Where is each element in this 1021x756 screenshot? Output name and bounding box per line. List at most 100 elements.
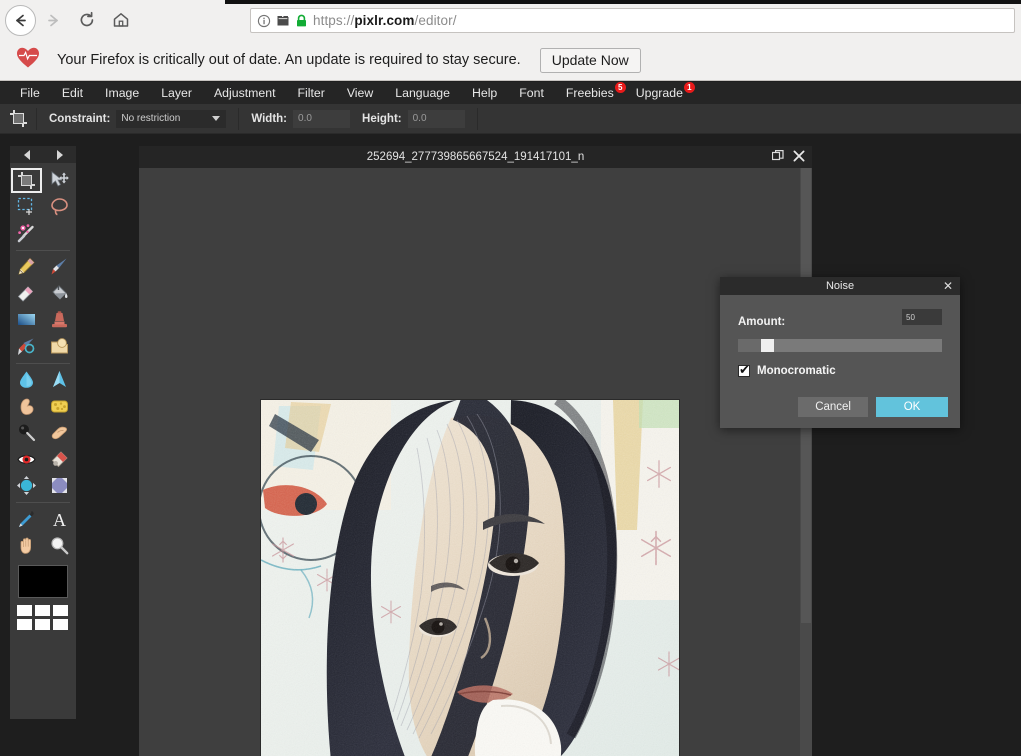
menu-item-label: Freebies bbox=[565, 86, 614, 100]
crop-tool-icon bbox=[0, 109, 36, 128]
menu-item-label: Image bbox=[105, 86, 140, 100]
menu-item-file[interactable]: File bbox=[9, 82, 51, 104]
firefox-heartbeat-icon bbox=[16, 46, 40, 74]
menu-item-label: File bbox=[20, 86, 40, 100]
sharpen-tool[interactable] bbox=[43, 367, 76, 394]
dodge-tool[interactable] bbox=[10, 420, 43, 447]
menu-item-label: Upgrade bbox=[635, 86, 683, 100]
menu-item-adjustment[interactable]: Adjustment bbox=[203, 82, 287, 104]
menu-item-upgrade[interactable]: Upgrade 1 bbox=[625, 82, 695, 104]
paint-bucket-tool[interactable] bbox=[43, 280, 76, 307]
tool-row bbox=[10, 473, 76, 500]
close-icon[interactable]: ✕ bbox=[943, 279, 953, 293]
ok-button[interactable]: OK bbox=[876, 397, 948, 417]
lock-icon[interactable] bbox=[295, 14, 308, 28]
width-input[interactable]: 0.0 bbox=[293, 109, 351, 128]
lasso-select-tool[interactable] bbox=[43, 194, 76, 221]
amount-input[interactable] bbox=[902, 309, 942, 325]
tool-cell-empty bbox=[43, 220, 76, 247]
width-label: Width: bbox=[251, 112, 288, 125]
gradient-tool[interactable] bbox=[10, 307, 43, 334]
menu-item-layer[interactable]: Layer bbox=[150, 82, 203, 104]
marquee-select-tool[interactable] bbox=[10, 194, 43, 221]
crop-tool[interactable] bbox=[10, 167, 43, 194]
noise-dialog-buttons: Cancel OK bbox=[798, 397, 948, 417]
restore-window-icon[interactable] bbox=[771, 149, 784, 167]
bloat-tool[interactable] bbox=[10, 473, 43, 500]
info-icon[interactable] bbox=[257, 14, 271, 28]
tool-row bbox=[10, 280, 76, 307]
slider-handle[interactable] bbox=[760, 339, 774, 352]
palette-swatch[interactable] bbox=[17, 605, 32, 616]
menu-item-label: Adjustment bbox=[213, 86, 276, 100]
smudge-tool[interactable] bbox=[10, 393, 43, 420]
pencil-tool[interactable] bbox=[10, 254, 43, 281]
forward-button[interactable] bbox=[36, 3, 70, 37]
menu-item-filter[interactable]: Filter bbox=[287, 82, 336, 104]
monocromatic-checkbox[interactable] bbox=[738, 362, 750, 378]
back-button[interactable] bbox=[5, 4, 36, 36]
menu-item-help[interactable]: Help bbox=[461, 82, 508, 104]
color-replace-tool[interactable] bbox=[10, 333, 43, 360]
menu-item-view[interactable]: View bbox=[336, 82, 384, 104]
photo-canvas[interactable] bbox=[261, 400, 679, 756]
divider bbox=[36, 107, 37, 130]
clone-stamp-tool[interactable] bbox=[43, 307, 76, 334]
brush-tool[interactable] bbox=[43, 254, 76, 281]
palette-swatch[interactable] bbox=[35, 605, 50, 616]
amount-label: Amount: bbox=[738, 316, 786, 328]
red-eye-tool[interactable] bbox=[10, 446, 43, 473]
sponge-tool[interactable] bbox=[43, 393, 76, 420]
tool-panel-nav bbox=[10, 146, 76, 163]
spot-heal-tool[interactable] bbox=[43, 446, 76, 473]
foreground-color-swatch[interactable] bbox=[18, 565, 68, 598]
palette-swatch[interactable] bbox=[35, 619, 50, 630]
tool-panel: A bbox=[10, 146, 76, 719]
close-window-icon[interactable] bbox=[793, 149, 805, 167]
palette-swatch[interactable] bbox=[17, 619, 32, 630]
update-now-button[interactable]: Update Now bbox=[539, 47, 641, 73]
arrow-right-icon[interactable] bbox=[56, 149, 63, 160]
burn-tool[interactable] bbox=[43, 420, 76, 447]
height-input[interactable]: 0.0 bbox=[407, 109, 465, 128]
divider bbox=[476, 107, 478, 130]
home-button[interactable] bbox=[104, 3, 138, 37]
tool-row bbox=[10, 446, 76, 473]
menu-item-font[interactable]: Font bbox=[508, 82, 555, 104]
amount-slider[interactable] bbox=[738, 339, 942, 352]
tool-row bbox=[10, 533, 76, 560]
canvas-viewport[interactable] bbox=[139, 168, 800, 756]
monocromatic-checkbox-row[interactable]: Monocromatic bbox=[738, 362, 942, 378]
reload-button[interactable] bbox=[70, 3, 104, 37]
eraser-tool[interactable] bbox=[10, 280, 43, 307]
constraint-dropdown[interactable]: No restriction bbox=[116, 109, 227, 128]
magic-wand-tool[interactable] bbox=[10, 220, 43, 247]
menu-item-label: Help bbox=[471, 86, 498, 100]
color-picker-tool[interactable] bbox=[10, 506, 43, 533]
palette-swatch[interactable] bbox=[53, 605, 68, 616]
menu-badge: 1 bbox=[683, 82, 695, 93]
menu-item-edit[interactable]: Edit bbox=[51, 82, 94, 104]
menu-item-image[interactable]: Image bbox=[94, 82, 150, 104]
url-bar[interactable]: https://pixlr.com/editor/ bbox=[250, 8, 1015, 33]
canvas-vertical-scrollbar-track[interactable] bbox=[800, 168, 812, 756]
drawing-tool[interactable] bbox=[43, 333, 76, 360]
pixlr-editor: File Edit Image Layer Adjustment Filter View La… bbox=[0, 82, 1021, 756]
menu-item-freebies[interactable]: Freebies 5 bbox=[555, 82, 626, 104]
tool-group-divider bbox=[16, 249, 70, 251]
zoom-tool[interactable] bbox=[43, 533, 76, 560]
blur-tool[interactable] bbox=[10, 367, 43, 394]
monocromatic-label: Monocromatic bbox=[757, 365, 836, 377]
cancel-button[interactable]: Cancel bbox=[798, 397, 868, 417]
palette-swatch[interactable] bbox=[53, 619, 68, 630]
type-tool[interactable]: A bbox=[43, 506, 76, 533]
pinch-tool[interactable] bbox=[43, 473, 76, 500]
menu-item-label: Edit bbox=[61, 86, 84, 100]
reader-mode-icon[interactable] bbox=[276, 14, 290, 28]
constraint-value: No restriction bbox=[121, 113, 181, 124]
arrow-left-icon[interactable] bbox=[23, 149, 30, 160]
menu-item-language[interactable]: Language bbox=[384, 82, 461, 104]
hand-tool[interactable] bbox=[10, 533, 43, 560]
noise-dialog-body: Amount: Monocromatic bbox=[720, 295, 960, 378]
move-tool[interactable] bbox=[43, 167, 76, 194]
